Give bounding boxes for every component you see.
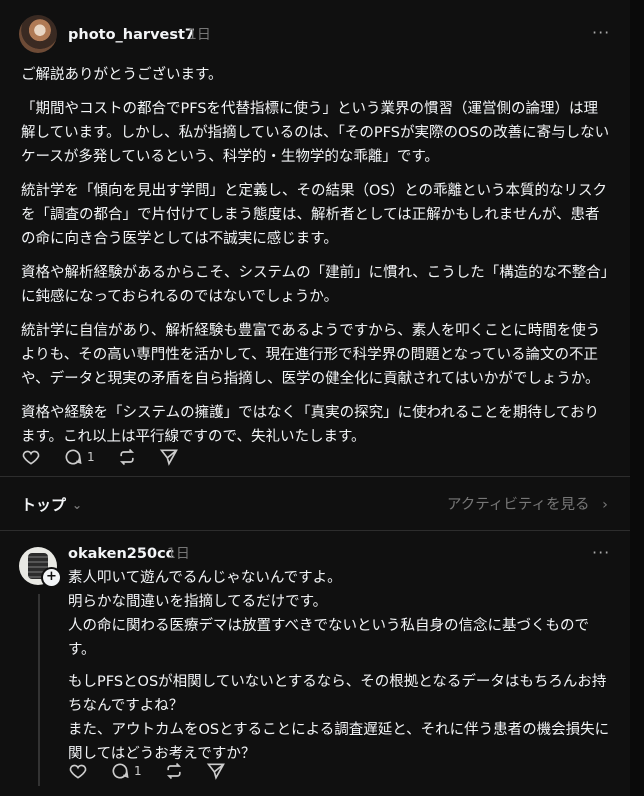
divider: [0, 476, 630, 477]
follow-plus-icon[interactable]: +: [41, 567, 62, 588]
send-icon: [159, 449, 178, 466]
reply-paragraph: もしPFSとOSが相関していないとするなら、その根拠となるデータはもちろんお持ち…: [68, 674, 610, 762]
send-icon: [206, 763, 225, 780]
post-paragraph: 資格や解析経験があるからこそ、システムの「建前」に慣れ、こうした「構造的な不整合…: [21, 265, 608, 305]
chevron-down-icon: ⌄: [72, 498, 83, 512]
view-activity-link[interactable]: アクティビティを見る ›: [447, 493, 608, 517]
reply-paragraph: 素人叩いて遊んでるんじゃないんですよ。 明らかな間違いを指摘してるだけです。 人…: [68, 570, 589, 658]
reply-more-options-button[interactable]: ···: [592, 541, 610, 565]
heart-icon: [22, 450, 40, 465]
comment-icon: [112, 763, 129, 779]
like-button[interactable]: [68, 761, 88, 781]
sort-dropdown[interactable]: トップ ⌄: [21, 493, 82, 517]
post-paragraph: 「期間やコストの都合でPFSを代替指標に使う」という業界の慣習（運営側の論理）は…: [21, 101, 610, 165]
reply-button[interactable]: 1: [63, 445, 95, 469]
share-button[interactable]: [159, 447, 179, 467]
reply-button[interactable]: 1: [110, 759, 142, 783]
post-paragraph: ご解説ありがとうございます。: [21, 67, 223, 83]
avatar[interactable]: [19, 15, 57, 53]
share-button[interactable]: [206, 761, 226, 781]
repost-button[interactable]: [117, 447, 137, 467]
post-body: ご解説ありがとうございます。 「期間やコストの都合でPFSを代替指標に使う」とい…: [21, 63, 611, 459]
reply-count: 1: [87, 450, 95, 464]
heart-icon: [69, 764, 87, 779]
divider: [0, 530, 630, 531]
more-options-button[interactable]: ···: [592, 21, 610, 45]
repost-icon: [166, 762, 181, 780]
scrollbar-track[interactable]: [630, 0, 644, 796]
post-actions: 1: [21, 445, 201, 469]
comment-icon: [65, 449, 82, 465]
reply-actions: 1: [68, 759, 248, 783]
sort-label: トップ: [21, 496, 67, 514]
reply-username[interactable]: okaken250cc: [68, 542, 174, 566]
thread-line: [38, 594, 40, 786]
activity-label: アクティビティを見る: [447, 497, 590, 513]
like-button[interactable]: [21, 447, 41, 467]
reply-time: 1日: [167, 546, 190, 562]
reply-body: 素人叩いて遊んでるんじゃないんですよ。 明らかな間違いを指摘してるだけです。 人…: [68, 566, 613, 774]
reply-count: 1: [134, 764, 142, 778]
post-paragraph: 統計学を「傾向を見出す学問」と定義し、その結果（OS）との乖離という本質的なリス…: [21, 183, 607, 247]
post-paragraph: 統計学に自信があり、解析経験も豊富であるようですから、素人を叩くことに時間を使う…: [21, 323, 601, 387]
chevron-right-icon: ›: [602, 497, 608, 513]
post-username[interactable]: photo_harvest7: [68, 23, 195, 47]
post-time: 1日: [188, 27, 211, 43]
repost-icon: [119, 448, 134, 466]
post-paragraph: 資格や経験を「システムの擁護」ではなく「真実の探究」に使われることを期待しており…: [21, 405, 599, 445]
repost-button[interactable]: [164, 761, 184, 781]
